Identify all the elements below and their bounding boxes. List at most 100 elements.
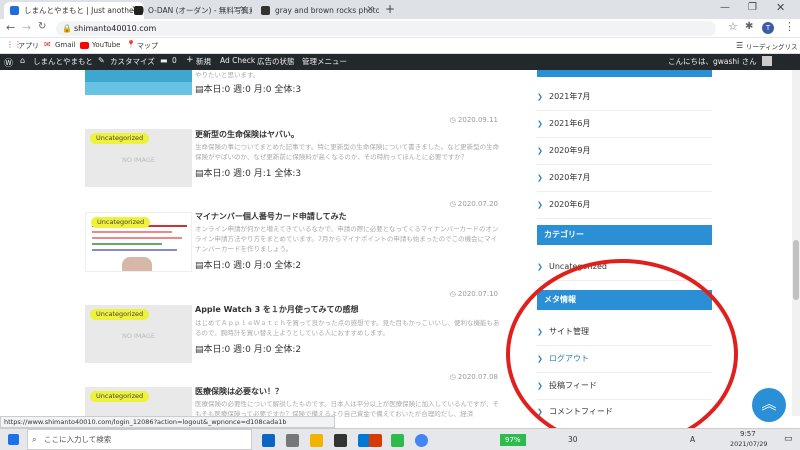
task-view-icon[interactable] xyxy=(286,434,299,447)
profile-avatar[interactable]: T xyxy=(762,22,774,34)
notification-icon[interactable]: ▭ xyxy=(784,434,793,444)
site-favicon-icon xyxy=(261,6,270,15)
file-explorer-icon[interactable] xyxy=(310,434,323,447)
close-icon[interactable]: ✕ xyxy=(366,5,374,15)
post-thumbnail-mynumber[interactable]: Uncategorized xyxy=(85,212,192,272)
browser-tab-bar: しまんとやまもと | Just another Wo ✕ O-DAN (オーダン… xyxy=(0,0,800,19)
bookmarks-bar: ⋮⋮ アプリ ✉ Gmail YouTube 📍 マップ ☰ リーディングリスト xyxy=(0,38,800,61)
menu-kebab-icon[interactable]: ⋮ xyxy=(784,20,795,33)
clock-icon: ◷ xyxy=(449,200,458,208)
post-date: ◷ 2020.07.20 xyxy=(449,200,498,208)
stats-icon: ▤ xyxy=(195,261,204,271)
gmail-icon: ✉ xyxy=(44,40,51,49)
bookmark-apps[interactable]: アプリ xyxy=(18,41,39,51)
url-input[interactable]: 🔒 shimanto40010.com xyxy=(56,21,716,36)
sidebar-header-strip xyxy=(537,70,712,77)
post-stats: ▤本日:0 週:0 月:0 全体:2 xyxy=(195,345,302,355)
archive-link[interactable]: ❯ 2021年6月 xyxy=(537,111,712,138)
admin-site-name[interactable]: しまんとやまもと xyxy=(33,56,93,67)
category-badge[interactable]: Uncategorized xyxy=(91,217,151,228)
battery-indicator[interactable]: 97% xyxy=(500,434,526,446)
maps-pin-icon: 📍 xyxy=(126,40,136,49)
wordpress-logo-icon[interactable]: Ⓦ xyxy=(4,56,13,69)
status-link-url: https://www.shimanto40010.com/login_1208… xyxy=(0,416,335,428)
tab-rocks-photo[interactable]: gray and brown rocks photo – F ✕ xyxy=(255,2,379,19)
page-scrollbar[interactable] xyxy=(792,70,800,416)
brush-icon: ✎ xyxy=(98,56,105,65)
post-title[interactable]: 更新型の生命保険はヤバい。 xyxy=(195,129,299,140)
scrollbar-thumb[interactable] xyxy=(793,240,799,300)
categories-heading: カテゴリー xyxy=(537,225,712,245)
post-thumbnail[interactable]: Uncategorized NO IMAGE xyxy=(85,305,192,363)
archive-link[interactable]: ❯ 2020年9月 xyxy=(537,138,712,165)
scroll-to-top-button[interactable]: ︽ xyxy=(752,388,786,422)
chevron-right-icon: ❯ xyxy=(537,174,543,182)
minimize-button[interactable]: — xyxy=(720,2,730,13)
youtube-icon xyxy=(80,42,89,49)
post-thumbnail[interactable]: Uncategorized xyxy=(85,387,192,417)
clock-time[interactable]: 9:57 xyxy=(740,430,756,438)
chevron-right-icon: ❯ xyxy=(537,263,543,271)
stats-icon: ▤ xyxy=(195,85,204,95)
chevron-right-icon: ❯ xyxy=(537,93,543,101)
post-thumbnail[interactable]: Uncategorized NO IMAGE xyxy=(85,129,192,187)
archive-link[interactable]: ❯ 2020年6月 xyxy=(537,192,712,219)
user-avatar[interactable] xyxy=(762,56,772,66)
admin-ad-status[interactable]: 広告の状態 xyxy=(257,56,295,67)
comment-icon: ▬ xyxy=(160,56,168,65)
store-icon[interactable] xyxy=(334,434,347,447)
reading-list-icon: ☰ xyxy=(736,41,744,50)
office-icon[interactable] xyxy=(369,434,382,447)
plus-icon: + xyxy=(186,55,194,65)
star-icon[interactable]: ☆ xyxy=(728,20,738,33)
admin-menu[interactable]: 管理メニュー xyxy=(302,56,347,67)
line-app-icon[interactable] xyxy=(391,434,404,447)
bookmark-gmail[interactable]: Gmail xyxy=(55,41,75,49)
new-tab-button[interactable]: + xyxy=(385,2,395,16)
post-title[interactable]: 医療保険は必要ない！？ xyxy=(195,386,283,397)
weather-temp[interactable]: 30 xyxy=(568,435,578,444)
archive-link[interactable]: ❯ 2021年7月 xyxy=(537,84,712,111)
windows-start-icon[interactable] xyxy=(8,434,19,445)
site-favicon-icon xyxy=(10,6,19,15)
chrome-icon[interactable] xyxy=(415,434,428,447)
no-image-text: NO IMAGE xyxy=(121,156,156,164)
admin-greeting[interactable]: こんにちは、gwashi さん xyxy=(668,56,757,67)
category-badge[interactable]: Uncategorized xyxy=(90,133,150,144)
clock-date[interactable]: 2021/07/29 xyxy=(730,440,767,448)
category-badge[interactable]: Uncategorized xyxy=(90,391,150,402)
search-icon: ⌕ xyxy=(32,435,37,444)
admin-customize[interactable]: カスタマイズ xyxy=(110,56,155,67)
clock-icon: ◷ xyxy=(449,290,458,298)
post-title[interactable]: マイナンバー個人番号カード申請してみた xyxy=(195,211,347,222)
site-favicon-icon xyxy=(134,6,143,15)
bookmark-maps[interactable]: マップ xyxy=(137,41,158,51)
post-title[interactable]: Apple Watch 3 を１か月使ってみての感想 xyxy=(195,304,359,315)
maximize-button[interactable]: ❐ xyxy=(748,2,757,13)
edge-icon[interactable] xyxy=(262,434,275,447)
reload-icon[interactable]: ↻ xyxy=(38,21,46,32)
post-date: ◷ 2020.07.10 xyxy=(449,290,498,298)
admin-ad-check[interactable]: Ad Check xyxy=(220,56,255,65)
post-thumbnail-pool[interactable] xyxy=(85,70,192,95)
category-badge[interactable]: Uncategorized xyxy=(90,309,150,320)
annotation-circle xyxy=(506,259,738,449)
close-icon[interactable]: ✕ xyxy=(239,5,247,15)
windows-taskbar: ⌕ ここに入力して検索 97% 30 A 9:57 2021/07/29 ▭ xyxy=(0,428,800,450)
extensions-icon[interactable]: ✱ xyxy=(745,21,753,32)
admin-comments-count[interactable]: 0 xyxy=(172,56,177,65)
admin-new[interactable]: 新規 xyxy=(196,56,211,67)
tab-odan[interactable]: O-DAN (オーダン) - 無料写真素材 ✕ xyxy=(128,2,252,19)
address-bar-row: ← → ↻ 🔒 shimanto40010.com ☆ ✱ T ⋮ xyxy=(0,19,800,38)
taskbar-search-input[interactable]: ⌕ ここに入力して検索 xyxy=(27,429,252,450)
no-image-text: NO IMAGE xyxy=(121,332,156,340)
tab-shimanto[interactable]: しまんとやまもと | Just another Wo ✕ xyxy=(4,2,144,19)
bookmark-youtube[interactable]: YouTube xyxy=(92,41,120,49)
stats-icon: ▤ xyxy=(195,169,204,179)
ime-indicator[interactable]: A xyxy=(690,435,695,444)
window-close-button[interactable]: ✕ xyxy=(776,1,785,14)
archive-link[interactable]: ❯ 2020年7月 xyxy=(537,165,712,192)
forward-icon[interactable]: → xyxy=(22,21,31,34)
back-icon[interactable]: ← xyxy=(6,21,15,34)
post-excerpt: はじめてＡｐｐｌｅＷａｔｃｈを買って良かった点の感想です。見た目もかっこいいし、… xyxy=(195,319,500,337)
